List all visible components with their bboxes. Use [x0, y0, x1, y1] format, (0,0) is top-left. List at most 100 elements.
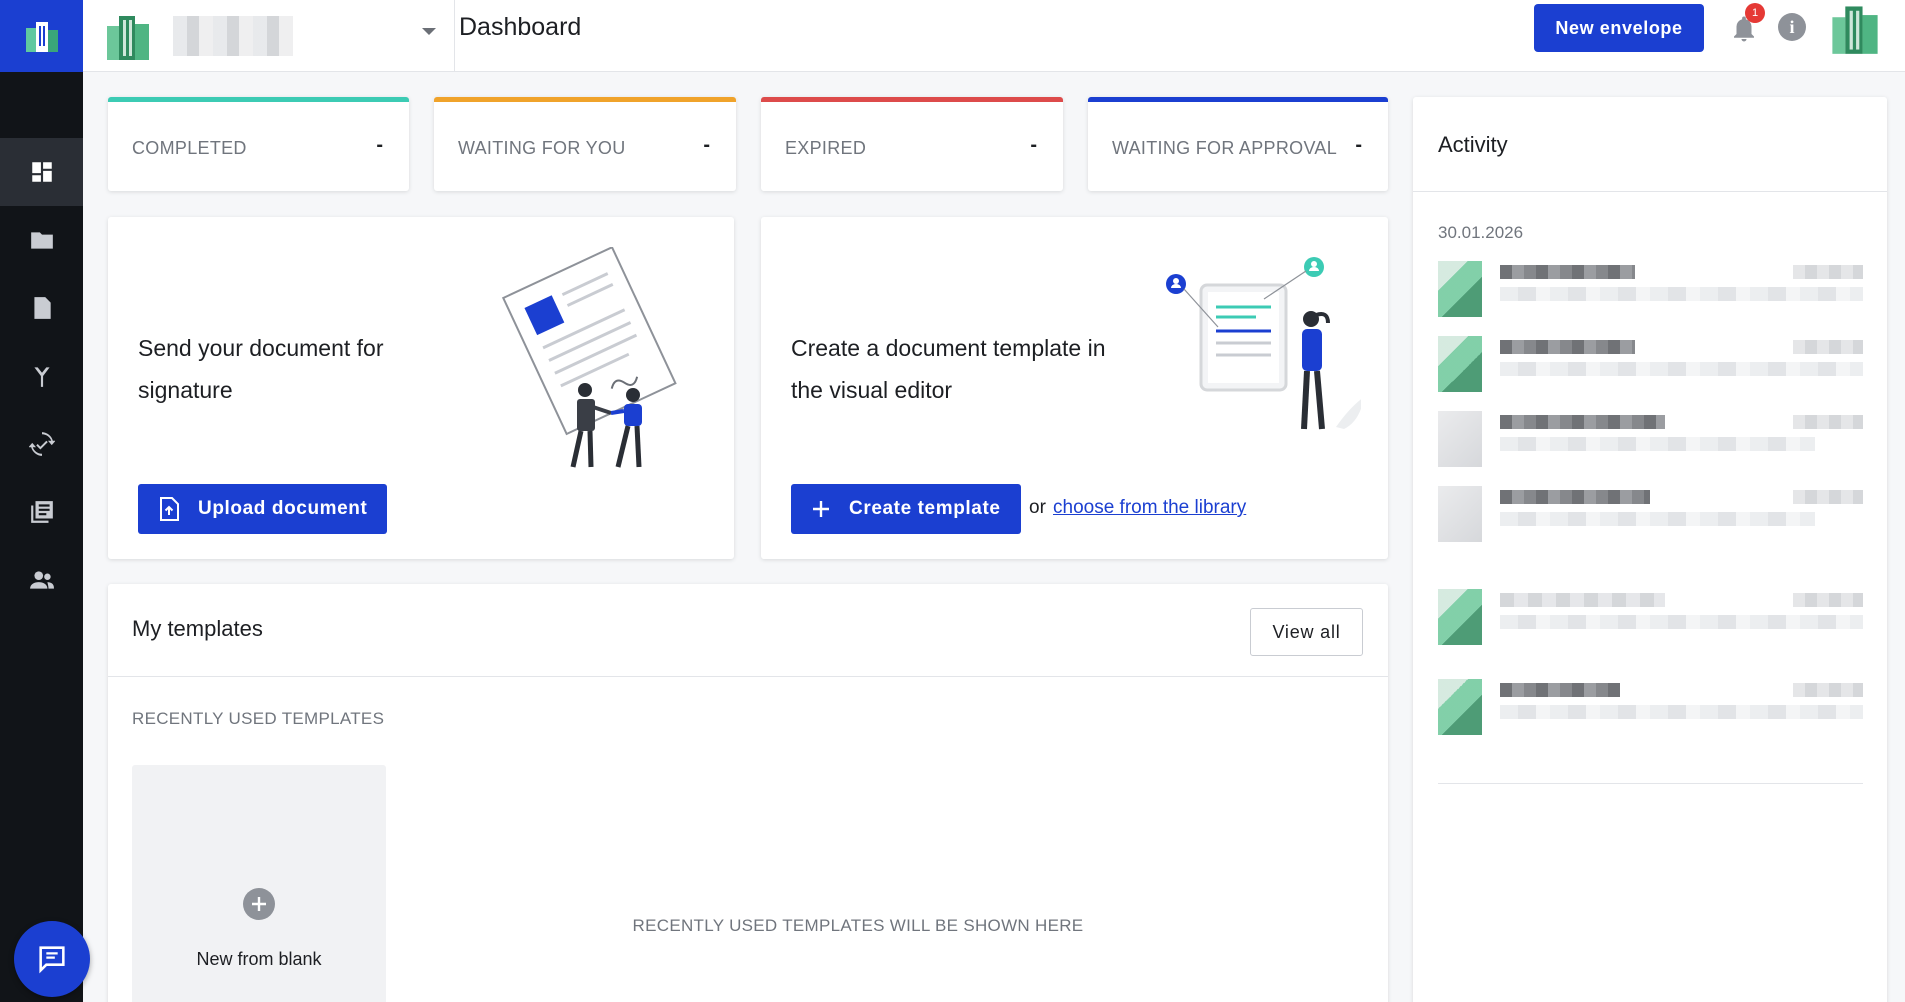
- activity-line: [1793, 265, 1863, 279]
- user-avatar[interactable]: [1829, 0, 1881, 56]
- create-template-label: Create template: [849, 498, 1001, 519]
- upload-file-icon: [158, 497, 180, 521]
- activity-item-blurred[interactable]: [1438, 482, 1863, 544]
- activity-line: [1500, 512, 1815, 526]
- upload-document-label: Upload document: [198, 498, 368, 519]
- stat-expired[interactable]: EXPIRED -: [761, 97, 1063, 191]
- dashboard-icon: [31, 162, 52, 182]
- send-card-title: Send your document for signature: [138, 335, 384, 403]
- activity-panel: Activity 30.01.2026: [1413, 97, 1887, 1002]
- new-from-blank-card[interactable]: New from blank: [132, 765, 386, 1002]
- stat-completed[interactable]: COMPLETED -: [108, 97, 409, 191]
- activity-title: Activity: [1438, 132, 1508, 157]
- activity-divider: [1438, 783, 1863, 784]
- nav-documents[interactable]: [0, 274, 83, 342]
- activity-line: [1500, 362, 1863, 376]
- nav-dashboard[interactable]: [0, 138, 83, 206]
- avatar: [1438, 486, 1482, 542]
- stat-label: WAITING FOR YOU: [458, 138, 626, 158]
- templates-title: My templates: [132, 616, 263, 641]
- template-card-title: Create a document template in the visual…: [791, 335, 1106, 403]
- organization-switcher[interactable]: [105, 0, 455, 72]
- activity-line: [1500, 683, 1620, 697]
- side-nav: [0, 138, 83, 614]
- activity-line: [1793, 490, 1863, 504]
- activity-line: [1793, 683, 1863, 697]
- stat-value: -: [1355, 134, 1362, 156]
- nav-users[interactable]: [0, 546, 83, 614]
- activity-line: [1500, 615, 1863, 629]
- app-logo[interactable]: [0, 0, 83, 72]
- folder-icon: [30, 232, 53, 249]
- activity-line: [1793, 340, 1863, 354]
- organization-logo-icon: [107, 16, 149, 60]
- activity-line: [1500, 415, 1665, 429]
- upload-document-button[interactable]: Upload document: [138, 484, 388, 534]
- info-icon[interactable]: i: [1778, 13, 1806, 41]
- empty-templates-message: RECENTLY USED TEMPLATES WILL BE SHOWN HE…: [632, 916, 1084, 935]
- organization-name-blurred: [173, 16, 293, 56]
- activity-line: [1500, 287, 1863, 301]
- recent-templates-label: RECENTLY USED TEMPLATES: [132, 709, 385, 728]
- activity-date: 30.01.2026: [1438, 223, 1524, 242]
- create-template-button[interactable]: Create template: [791, 484, 1021, 534]
- activity-line: [1500, 593, 1665, 607]
- activity-item-blurred[interactable]: [1438, 675, 1863, 737]
- or-text: or: [1029, 497, 1046, 518]
- stat-waiting-for-approval[interactable]: WAITING FOR APPROVAL -: [1088, 97, 1388, 191]
- chevron-down-icon: [422, 28, 436, 35]
- activity-line: [1500, 265, 1635, 279]
- new-envelope-button[interactable]: New envelope: [1534, 4, 1704, 52]
- top-header: Dashboard New envelope 1 i: [83, 0, 1905, 72]
- plus-circle-icon: [243, 888, 275, 920]
- activity-item-blurred[interactable]: [1438, 332, 1863, 394]
- library-icon: [30, 501, 53, 523]
- activity-item-blurred[interactable]: [1438, 407, 1863, 469]
- template-editor-illustration: [1166, 257, 1361, 430]
- my-templates-panel: My templates View all RECENTLY USED TEMP…: [108, 584, 1388, 1002]
- nav-folders[interactable]: [0, 206, 83, 274]
- avatar: [1438, 679, 1482, 735]
- stat-waiting-for-you[interactable]: WAITING FOR YOU -: [434, 97, 736, 191]
- stat-value: -: [703, 134, 710, 156]
- activity-line: [1500, 705, 1863, 719]
- stat-label: EXPIRED: [785, 138, 867, 158]
- notification-badge: 1: [1745, 3, 1765, 23]
- activity-line: [1500, 340, 1635, 354]
- activity-line: [1500, 490, 1650, 504]
- activity-line: [1793, 415, 1863, 429]
- chat-icon: [39, 946, 65, 974]
- activity-line: [1500, 437, 1815, 451]
- page-title: Dashboard: [459, 13, 582, 41]
- nav-workflows[interactable]: [0, 342, 83, 410]
- create-template-card: Create a document template in the visual…: [761, 217, 1388, 559]
- stat-label: WAITING FOR APPROVAL: [1112, 138, 1338, 158]
- stat-label: COMPLETED: [132, 138, 247, 158]
- templates-header: My templates View all: [108, 584, 1388, 677]
- new-from-blank-label: New from blank: [196, 949, 322, 969]
- signature-illustration: [501, 247, 677, 468]
- merge-icon: [33, 367, 50, 387]
- avatar: [1438, 411, 1482, 467]
- stat-value: -: [1030, 134, 1037, 156]
- activity-line: [1793, 593, 1863, 607]
- building-logo-icon: [25, 22, 58, 52]
- stat-value: -: [376, 134, 383, 156]
- choose-from-library-link[interactable]: choose from the library: [1053, 497, 1246, 519]
- chat-button[interactable]: [14, 921, 90, 997]
- sync-icon: [28, 432, 55, 456]
- send-document-card: Send your document for signature Upload …: [108, 217, 734, 559]
- activity-header: Activity: [1413, 97, 1887, 192]
- view-all-button[interactable]: View all: [1250, 608, 1363, 656]
- avatar: [1438, 261, 1482, 317]
- avatar: [1438, 589, 1482, 645]
- document-icon: [33, 297, 51, 319]
- activity-item-blurred[interactable]: [1438, 585, 1863, 647]
- plus-icon: [811, 499, 831, 519]
- activity-item-blurred[interactable]: [1438, 257, 1863, 319]
- nav-sync[interactable]: [0, 410, 83, 478]
- avatar: [1438, 336, 1482, 392]
- users-icon: [29, 571, 54, 589]
- sidebar: [0, 0, 90, 1002]
- nav-library[interactable]: [0, 478, 83, 546]
